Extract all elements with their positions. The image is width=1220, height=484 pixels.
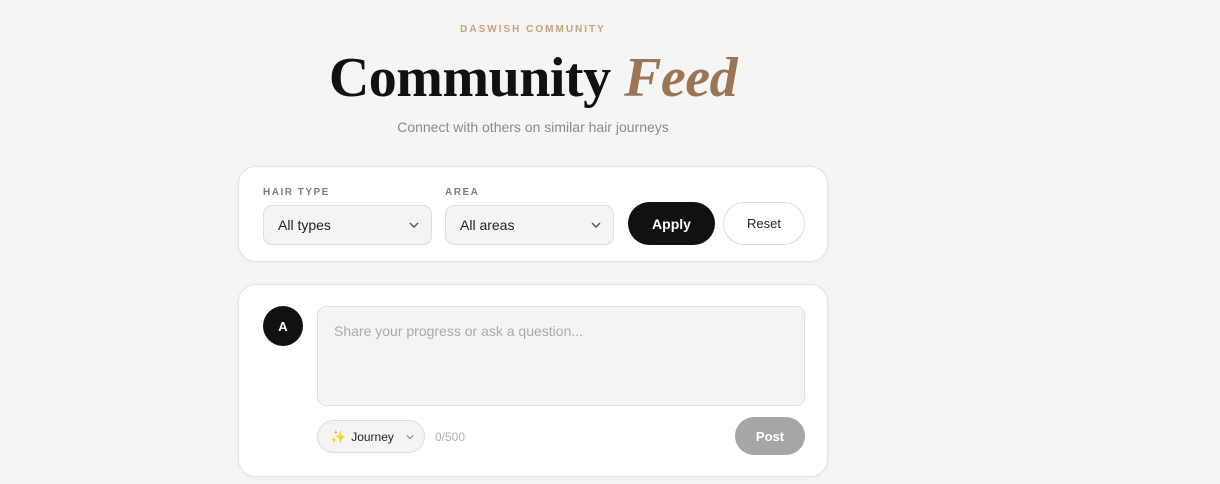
chevron-down-icon (406, 435, 414, 440)
area-select[interactable]: All areas (445, 205, 614, 245)
hair-type-label: HAIR TYPE (263, 187, 330, 198)
eyebrow-label: DASWISH COMMUNITY (460, 24, 606, 35)
chevron-down-icon (409, 222, 419, 228)
filter-card: HAIR TYPE All types AREA All areas Apply… (238, 166, 828, 262)
page-title-accent: Feed (624, 47, 738, 109)
area-label: AREA (445, 187, 480, 198)
chevron-down-icon (591, 222, 601, 228)
hair-type-select[interactable]: All types (263, 205, 432, 245)
hair-type-value: All types (278, 217, 331, 233)
area-value: All areas (460, 217, 515, 233)
page-title: Community Feed (0, 46, 1066, 110)
category-select[interactable]: ✨ Journey (317, 420, 425, 453)
category-label: Journey (351, 429, 394, 444)
avatar: A (263, 306, 303, 346)
page-subtitle: Connect with others on similar hair jour… (397, 119, 669, 135)
sparkle-icon: ✨ (330, 428, 347, 444)
char-counter: 0/500 (435, 430, 466, 444)
reset-button[interactable]: Reset (723, 202, 805, 245)
apply-button[interactable]: Apply (628, 202, 715, 245)
post-button[interactable]: Post (735, 417, 805, 455)
page-title-main: Community (328, 47, 611, 109)
compose-card: A Share your progress or ask a question.… (238, 284, 828, 477)
post-textarea[interactable]: Share your progress or ask a question... (317, 306, 805, 406)
